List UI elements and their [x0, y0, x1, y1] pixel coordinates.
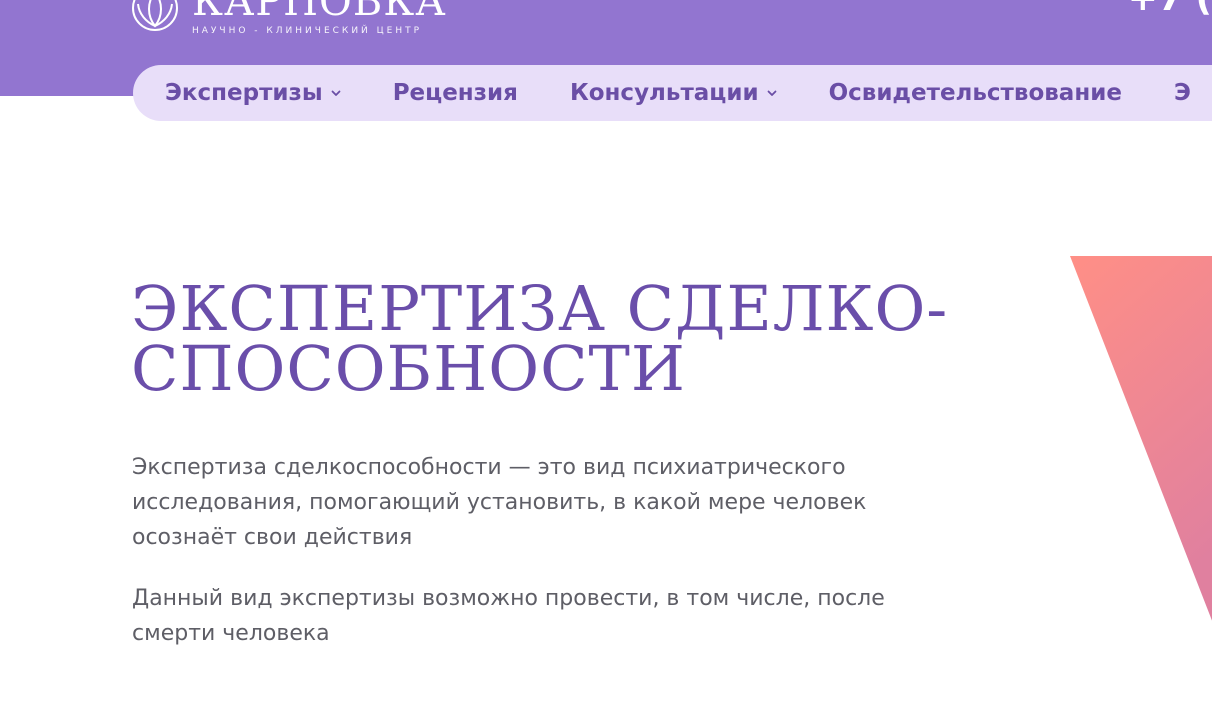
nav-item-label: Освидетельствование [828, 80, 1122, 106]
decorative-triangle [1070, 256, 1212, 621]
page-title: ЭКСПЕРТИЗА СДЕЛКО- СПОСОБНОСТИ [131, 272, 1031, 405]
nav-item-label: Рецензия [392, 80, 518, 106]
nav-item-consultations[interactable]: Консультации [570, 80, 777, 106]
page: КАРПОВКА НАУЧНО - КЛИНИЧЕСКИЙ ЦЕНТР +7 (… [0, 0, 1212, 709]
note-line: смерти человека [132, 621, 330, 646]
page-title-line: ЭКСПЕРТИЗА СДЕЛКО- [131, 272, 949, 345]
chevron-down-icon [331, 90, 341, 96]
logo[interactable]: КАРПОВКА НАУЧНО - КЛИНИЧЕСКИЙ ЦЕНТР [130, 0, 446, 38]
nav-item-label: Э [1173, 80, 1191, 106]
intro-paragraph: Экспертиза сделкоспособности — это вид п… [132, 450, 1012, 555]
lotus-logo-icon [132, 0, 178, 31]
nav-item-more[interactable]: Э [1174, 80, 1191, 106]
intro-line: исследования, помогающий установить, в к… [132, 490, 867, 515]
nav-item-label: Экспертизы [165, 80, 323, 106]
logo-text: КАРПОВКА НАУЧНО - КЛИНИЧЕСКИЙ ЦЕНТР [192, 0, 446, 36]
page-title-line: СПОСОБНОСТИ [131, 332, 686, 405]
note-line: Данный вид экспертизы возможно провести,… [132, 586, 885, 611]
nav-item-expertises[interactable]: Экспертизы [165, 80, 341, 106]
intro-line: Экспертиза сделкоспособности — это вид п… [132, 455, 846, 480]
chevron-down-icon [767, 90, 776, 96]
header-phone[interactable]: +7 ( [1128, 0, 1212, 19]
note-paragraph: Данный вид экспертизы возможно провести,… [132, 581, 1012, 651]
intro-line: осознаёт свои действия [132, 525, 413, 550]
nav-item-label: Консультации [569, 80, 759, 106]
nav-item-review[interactable]: Рецензия [393, 80, 518, 106]
logo-subtitle: НАУЧНО - КЛИНИЧЕСКИЙ ЦЕНТР [192, 26, 423, 36]
nav-item-examination[interactable]: Освидетельствование [829, 80, 1122, 106]
main-nav: Экспертизы Рецензия Консультации Освидет… [133, 65, 1212, 121]
logo-name: КАРПОВКА [192, 0, 447, 25]
